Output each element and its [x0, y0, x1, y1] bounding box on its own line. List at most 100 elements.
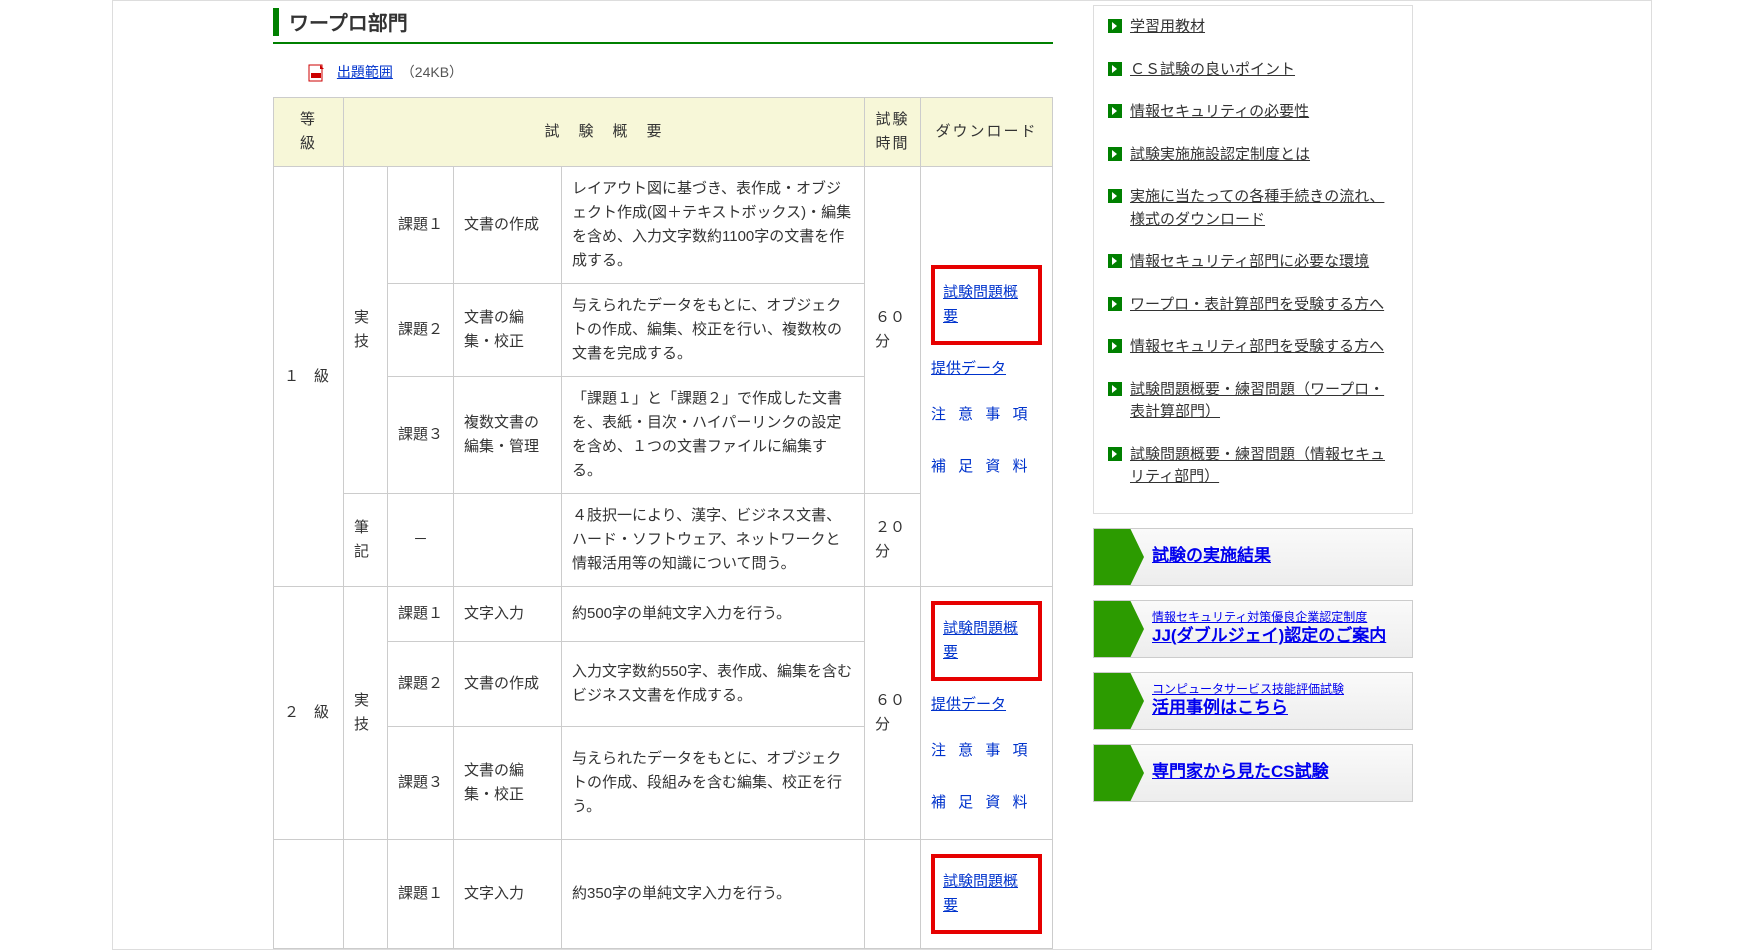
sidebar-link[interactable]: 実施に当たっての各種手続きの流れ、様式のダウンロード — [1130, 186, 1398, 231]
banner-jj[interactable]: 情報セキュリティ対策優良企業認定制度 JJ(ダブルジェイ)認定のご案内 — [1093, 600, 1413, 658]
desc-cell: ４肢択一により、漢字、ビジネス文書、ハード・ソフトウェア、ネットワークと情報活用… — [562, 494, 865, 587]
task-cell: 課題２ — [388, 284, 454, 377]
banner-small: 情報セキュリティ対策優良企業認定制度 — [1152, 610, 1386, 626]
arrow-icon — [1108, 297, 1122, 311]
desc-cell: レイアウト図に基づき、表作成・オブジェクト作成(図＋テキストボックス)・編集を含… — [562, 167, 865, 284]
sidebar-item: 試験問題概要・練習問題（情報セキュリティ部門） — [1108, 434, 1398, 499]
sidebar-link[interactable]: ワープロ・表計算部門を受験する方へ — [1130, 294, 1384, 317]
sidebar-item: 情報セキュリティ部門に必要な環境 — [1108, 241, 1398, 284]
banner-main: 活用事例はこちら — [1152, 698, 1288, 717]
banner-experts[interactable]: 専門家から見たCS試験 — [1093, 744, 1413, 802]
banner-label: 専門家から見たCS試験 — [1142, 761, 1329, 783]
type-cell: 筆記 — [344, 494, 388, 587]
banner-small: コンピュータサービス技能評価試験 — [1152, 682, 1344, 698]
banner-arrow-icon — [1094, 528, 1130, 586]
dl-supplement: 補 足 資 料 — [931, 791, 1032, 815]
arrow-icon — [1108, 339, 1122, 353]
th-overview: 試 験 概 要 — [344, 98, 865, 167]
pdf-scope-link[interactable]: 出題範囲 — [337, 64, 393, 80]
arrow-icon — [1108, 254, 1122, 268]
time-cell: ６０分 — [865, 167, 921, 494]
arrow-icon — [1108, 147, 1122, 161]
sidebar-item: 試験問題概要・練習問題（ワープロ・表計算部門） — [1108, 369, 1398, 434]
sidebar-item: ワープロ・表計算部門を受験する方へ — [1108, 284, 1398, 327]
highlight-box: 試験問題概要 — [931, 601, 1042, 681]
section-header: ワープロ部門 — [273, 1, 1053, 44]
type-cell: 実技 — [344, 587, 388, 840]
unit-cell: 文書の編集・校正 — [454, 284, 562, 377]
sidebar-link[interactable]: 試験実施施設認定制度とは — [1130, 144, 1310, 167]
task-cell: － — [388, 494, 454, 587]
dl-overview-link[interactable]: 試験問題概要 — [943, 617, 1030, 665]
title-accent-bar — [273, 8, 279, 36]
pdf-icon — [307, 63, 327, 83]
unit-cell: 複数文書の編集・管理 — [454, 377, 562, 494]
unit-cell: 文字入力 — [454, 840, 562, 949]
dl-supplement: 補 足 資 料 — [931, 455, 1032, 479]
sidebar-link[interactable]: 試験問題概要・練習問題（ワープロ・表計算部門） — [1130, 379, 1398, 424]
banner-label: 情報セキュリティ対策優良企業認定制度 JJ(ダブルジェイ)認定のご案内 — [1142, 610, 1386, 648]
dl-data-link[interactable]: 提供データ — [931, 357, 1006, 381]
download-cell: 試験問題概要 — [921, 840, 1053, 949]
sidebar-link[interactable]: 情報セキュリティの必要性 — [1130, 101, 1309, 124]
sidebar-link[interactable]: 情報セキュリティ部門に必要な環境 — [1130, 251, 1369, 274]
type-cell — [344, 840, 388, 949]
banner-results[interactable]: 試験の実施結果 — [1093, 528, 1413, 586]
time-cell: ６０分 — [865, 587, 921, 840]
desc-cell: 入力文字数約550字、表作成、編集を含むビジネス文書を作成する。 — [562, 642, 865, 726]
task-cell: 課題１ — [388, 167, 454, 284]
sidebar-item: 試験実施施設認定制度とは — [1108, 134, 1398, 177]
sidebar-item: ＣＳ試験の良いポイント — [1108, 49, 1398, 92]
task-cell: 課題１ — [388, 840, 454, 949]
highlight-box: 試験問題概要 — [931, 265, 1042, 345]
th-time: 試験時間 — [865, 98, 921, 167]
highlight-box: 試験問題概要 — [931, 854, 1042, 934]
download-cell: 試験問題概要 提供データ 注 意 事 項 補 足 資 料 — [921, 167, 1053, 587]
grade-cell — [274, 840, 344, 949]
arrow-icon — [1108, 62, 1122, 76]
arrow-icon — [1108, 104, 1122, 118]
dl-overview-link[interactable]: 試験問題概要 — [943, 870, 1030, 918]
sidebar-item: 学習用教材 — [1108, 6, 1398, 49]
desc-cell: 与えられたデータをもとに、オブジェクトの作成、段組みを含む編集、校正を行う。 — [562, 726, 865, 840]
unit-cell: 文書の作成 — [454, 642, 562, 726]
banner-main: JJ(ダブルジェイ)認定のご案内 — [1152, 626, 1386, 645]
dl-notice: 注 意 事 項 — [931, 739, 1032, 763]
task-cell: 課題１ — [388, 587, 454, 642]
banner-arrow-icon — [1094, 672, 1130, 730]
task-cell: 課題３ — [388, 377, 454, 494]
sidebar-link[interactable]: 試験問題概要・練習問題（情報セキュリティ部門） — [1130, 444, 1398, 489]
grade-cell: １ 級 — [274, 167, 344, 587]
sidebar-item: 実施に当たっての各種手続きの流れ、様式のダウンロード — [1108, 176, 1398, 241]
banner-arrow-icon — [1094, 744, 1130, 802]
th-grade: 等 級 — [274, 98, 344, 167]
dl-notice: 注 意 事 項 — [931, 403, 1032, 427]
banner-label: 試験の実施結果 — [1142, 545, 1271, 567]
dl-overview-link[interactable]: 試験問題概要 — [943, 281, 1030, 329]
arrow-icon — [1108, 447, 1122, 461]
unit-cell — [454, 494, 562, 587]
unit-cell: 文書の編集・校正 — [454, 726, 562, 840]
arrow-icon — [1108, 19, 1122, 33]
arrow-icon — [1108, 189, 1122, 203]
banner-arrow-icon — [1094, 600, 1130, 658]
desc-cell: 与えられたデータをもとに、オブジェクトの作成、編集、校正を行い、複数枚の文書を完… — [562, 284, 865, 377]
table-header-row: 等 級 試 験 概 要 試験時間 ダウンロード — [274, 98, 1053, 167]
sidebar-link[interactable]: ＣＳ試験の良いポイント — [1130, 59, 1295, 82]
banner-label: コンピュータサービス技能評価試験 活用事例はこちら — [1142, 682, 1344, 720]
desc-cell: 約350字の単純文字入力を行う。 — [562, 840, 865, 949]
desc-cell: 約500字の単純文字入力を行う。 — [562, 587, 865, 642]
dl-data-link[interactable]: 提供データ — [931, 693, 1006, 717]
time-cell: ２０分 — [865, 494, 921, 587]
table-row: 課題１ 文字入力 約350字の単純文字入力を行う。 試験問題概要 — [274, 840, 1053, 949]
download-cell: 試験問題概要 提供データ 注 意 事 項 補 足 資 料 — [921, 587, 1053, 840]
sidebar-link[interactable]: 情報セキュリティ部門を受験する方へ — [1130, 336, 1384, 359]
exam-overview-table: 等 級 試 験 概 要 試験時間 ダウンロード １ 級 実技 課題１ 文書の作成… — [273, 97, 1053, 949]
desc-cell: 「課題１」と「課題２」で作成した文書を、表紙・目次・ハイパーリンクの設定を含め、… — [562, 377, 865, 494]
unit-cell: 文書の作成 — [454, 167, 562, 284]
section-title: ワープロ部門 — [289, 7, 408, 36]
sidebar-item: 情報セキュリティの必要性 — [1108, 91, 1398, 134]
banner-usecases[interactable]: コンピュータサービス技能評価試験 活用事例はこちら — [1093, 672, 1413, 730]
sidebar-link[interactable]: 学習用教材 — [1130, 16, 1205, 39]
time-cell — [865, 840, 921, 949]
